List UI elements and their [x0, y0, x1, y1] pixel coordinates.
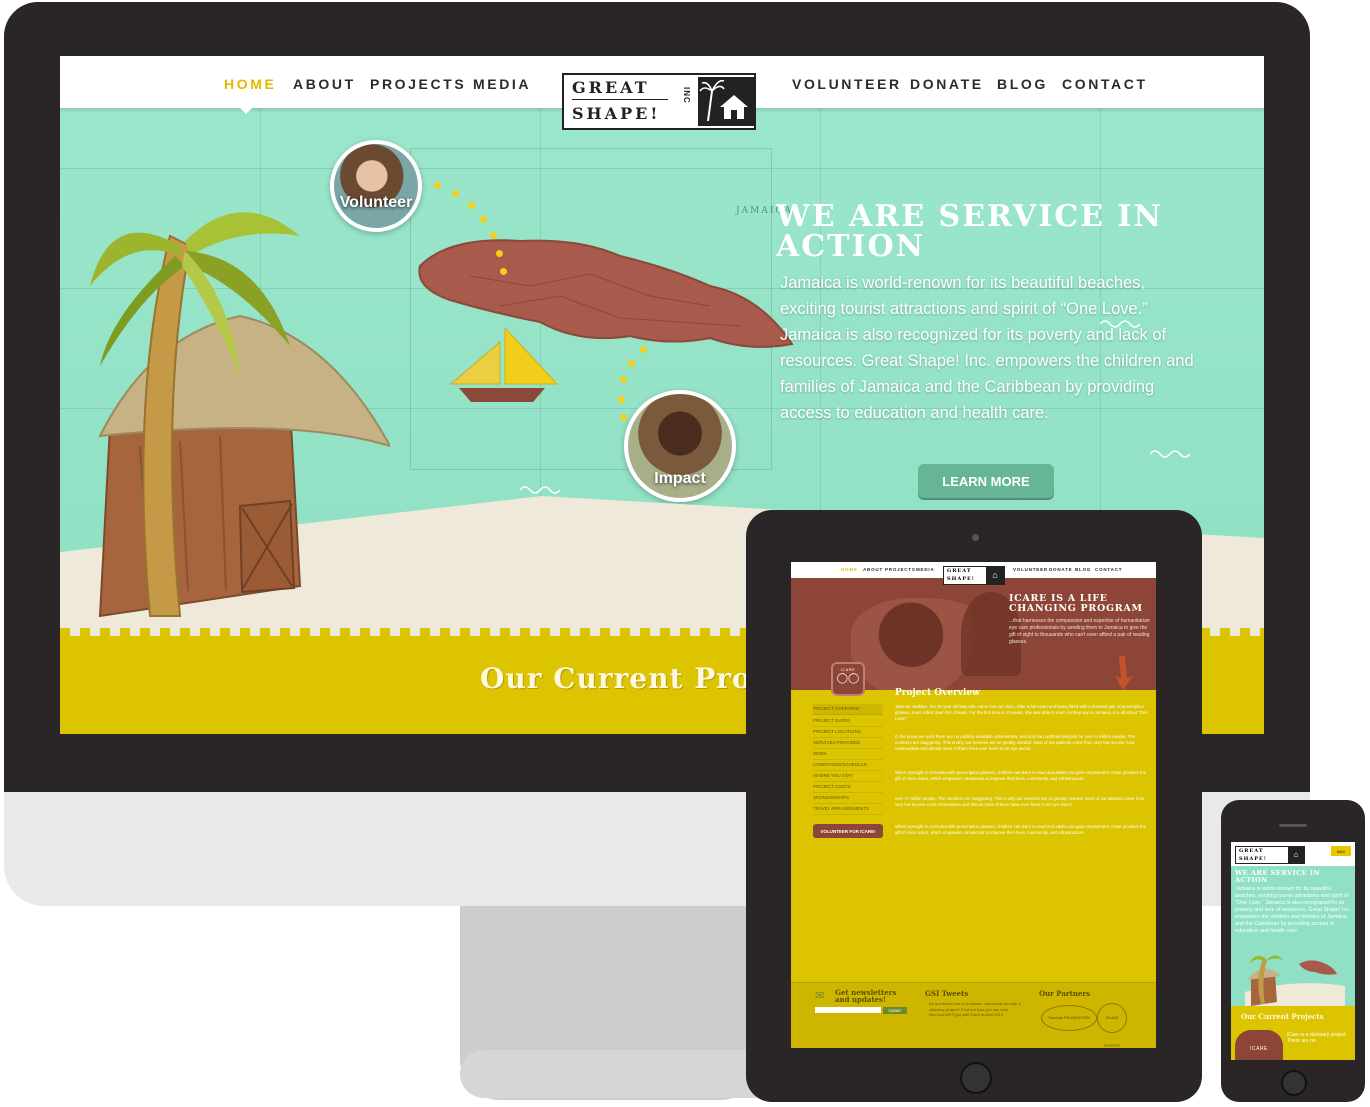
tablet-paragraph: In the areas we work there are no public… [895, 734, 1135, 751]
phone-icare-badge-label: ICARE [1250, 1046, 1268, 1052]
newsletter-submit-button[interactable]: SUBMIT [883, 1007, 907, 1014]
phone-header: GREAT SHAPE! ⌂ NAV [1231, 842, 1355, 866]
tablet-logo-top: GREAT [947, 568, 972, 574]
side-item-project-overview[interactable]: PROJECT OVERVIEW [813, 704, 883, 715]
tweets-title: GSI Tweets [925, 989, 969, 998]
side-item-project-costs[interactable]: PROJECT COSTS [813, 782, 883, 793]
monitor-stand-base [460, 1050, 780, 1098]
tablet-paragraph: over ½ million people. The numbers are s… [895, 796, 1145, 807]
nav-contact[interactable]: CONTACT [1062, 76, 1148, 92]
sandals-foundation-logo[interactable]: Sandals FOUNDATION [1041, 1005, 1097, 1031]
nav-active-caret [238, 106, 254, 114]
tablet-nav-volunteer[interactable]: VOLUNTEER [1013, 567, 1048, 572]
logo-inc: INC [682, 87, 691, 104]
phone-current-projects-band: Our Current Projects ICARE iCare is a vi… [1231, 1006, 1355, 1060]
phone-project-text: iCare is a visionary project. There are … [1287, 1032, 1348, 1044]
logo-house-box [698, 77, 754, 126]
tablet-home-button[interactable] [960, 1062, 992, 1094]
tablet-paragraph: Take Mr. Wallace, the 80 year old lady w… [895, 704, 1148, 721]
tablet-nav-media[interactable]: MEDIA [916, 567, 935, 572]
tablet-nav-contact[interactable]: CONTACT [1095, 567, 1122, 572]
tablet-nav-blog[interactable]: BLOG [1075, 567, 1091, 572]
tablet-nav-about[interactable]: ABOUT [863, 567, 883, 572]
tablet-nav-projects[interactable]: PROJECTS [885, 567, 916, 572]
volunteer-for-icare-button[interactable]: VOLUNTEER FOR ICARE! [813, 824, 883, 838]
wave-icon [520, 486, 560, 494]
hero-title: WE ARE SERVICE IN ACTION [776, 199, 1163, 264]
logo-wordmark: GREAT SHAPE! [572, 79, 668, 123]
newsletter-email-input[interactable] [815, 1007, 881, 1013]
icare-badge: ICARE ◯◯ [831, 662, 865, 696]
side-item-where-you-stay[interactable]: WHERE YOU STAY [813, 771, 883, 782]
nav-home[interactable]: HOME [224, 76, 276, 92]
tablet-camera [972, 534, 979, 541]
side-item-services-provided[interactable]: SERVICES PROVIDED [813, 738, 883, 749]
newsletter-title: Get newsletters and updates! [835, 988, 897, 1004]
nav-projects[interactable]: PROJECTS [370, 76, 466, 92]
hut-and-palm-illustration [90, 212, 390, 618]
glasses-icon: ◯◯ [836, 673, 860, 684]
tablet-overview-title: Project Overview [895, 688, 980, 698]
tablet-nav-home[interactable]: HOME [841, 567, 858, 572]
learn-more-button[interactable]: LEARN MORE [918, 464, 1054, 498]
arrow-down-icon [1115, 656, 1133, 690]
logo-text-bottom: SHAPE! [572, 104, 661, 123]
tablet-logo-bottom: SHAPE! [947, 576, 975, 582]
side-item-work[interactable]: WORK [813, 749, 883, 760]
side-item-project-locations[interactable]: PROJECT LOCATIONS [813, 727, 883, 738]
phone-hero-title: WE ARE SERVICE IN ACTION [1235, 869, 1320, 884]
island-outpost-logo[interactable]: ISLAND OUTPOST [1097, 1003, 1127, 1048]
sailboat-icon [449, 326, 559, 402]
logo-text-top: GREAT [572, 78, 650, 97]
impact-circle[interactable]: Impact [624, 390, 736, 502]
palm-house-icon [699, 79, 748, 122]
tablet-screen: ICARE IS A LIFE CHANGING PROGRAM ...that… [791, 562, 1156, 1048]
side-item-conditions-schedule[interactable]: CONDITIONS/SCHEDULE [813, 760, 883, 771]
side-item-travel-arrangements[interactable]: TRAVEL ARRANGEMENTS [813, 804, 883, 815]
side-item-sponsorships[interactable]: SPONSORSHIPS [813, 793, 883, 804]
tablet-device: ICARE IS A LIFE CHANGING PROGRAM ...that… [746, 510, 1202, 1102]
tablet-hero-body: ...that harnesses the compassion and exp… [1009, 618, 1150, 645]
nav-blog[interactable]: BLOG [997, 76, 1048, 92]
house-icon: ⌂ [986, 567, 1004, 584]
nav-about[interactable]: ABOUT [293, 76, 356, 92]
tablet-nav-donate[interactable]: DONATE [1049, 567, 1072, 572]
phone-icare-badge: ICARE [1235, 1030, 1283, 1060]
hero-body: Jamaica is world-renown for its beautifu… [780, 274, 1194, 422]
house-icon: ⌂ [1288, 847, 1304, 863]
phone-logo-top: GREAT [1239, 848, 1264, 854]
envelope-icon: ✉ [815, 990, 825, 1002]
tweet-text: Do you know how to empower Jamaicans thr… [929, 1001, 1021, 1017]
tablet-hero-title: ICARE IS A LIFE CHANGING PROGRAM [1009, 593, 1143, 614]
impact-label: Impact [654, 470, 706, 487]
nav-donate[interactable]: DONATE [910, 76, 984, 92]
phone-logo[interactable]: GREAT SHAPE! ⌂ [1235, 846, 1305, 864]
tablet-logo[interactable]: GREAT SHAPE! ⌂ [943, 566, 1005, 585]
phone-home-button[interactable] [1281, 1070, 1307, 1096]
phone-screen: GREAT SHAPE! ⌂ NAV WE ARE SERVICE IN ACT… [1231, 842, 1355, 1060]
phone-current-projects-heading: Our Current Projects [1241, 1012, 1324, 1021]
phone-hero-illustration [1245, 955, 1345, 1008]
phone-hero-body: Jamaica is world-renown for its beautifu… [1235, 886, 1351, 934]
logo[interactable]: GREAT SHAPE! INC [562, 73, 756, 130]
phone-speaker [1279, 824, 1307, 827]
tablet-footer: ✉ Get newsletters and updates! SUBMIT GS… [791, 982, 1156, 1048]
nav-media[interactable]: MEDIA [473, 76, 531, 92]
partners-title: Our Partners [1039, 989, 1091, 998]
phone-logo-bottom: SHAPE! [1239, 856, 1267, 862]
phone-device: GREAT SHAPE! ⌂ NAV WE ARE SERVICE IN ACT… [1221, 800, 1365, 1102]
tablet-paragraph: When eyesight is corrected with prescrip… [895, 770, 1147, 781]
current-projects-heading: Our Current Pro [480, 662, 752, 695]
phone-nav-button[interactable]: NAV [1331, 846, 1351, 856]
tablet-paragraph: When eyesight is corrected with prescrip… [895, 824, 1147, 835]
wave-icon [1150, 450, 1190, 458]
nav-volunteer[interactable]: VOLUNTEER [792, 76, 902, 92]
side-item-project-dates[interactable]: PROJECT DATES [813, 716, 883, 727]
